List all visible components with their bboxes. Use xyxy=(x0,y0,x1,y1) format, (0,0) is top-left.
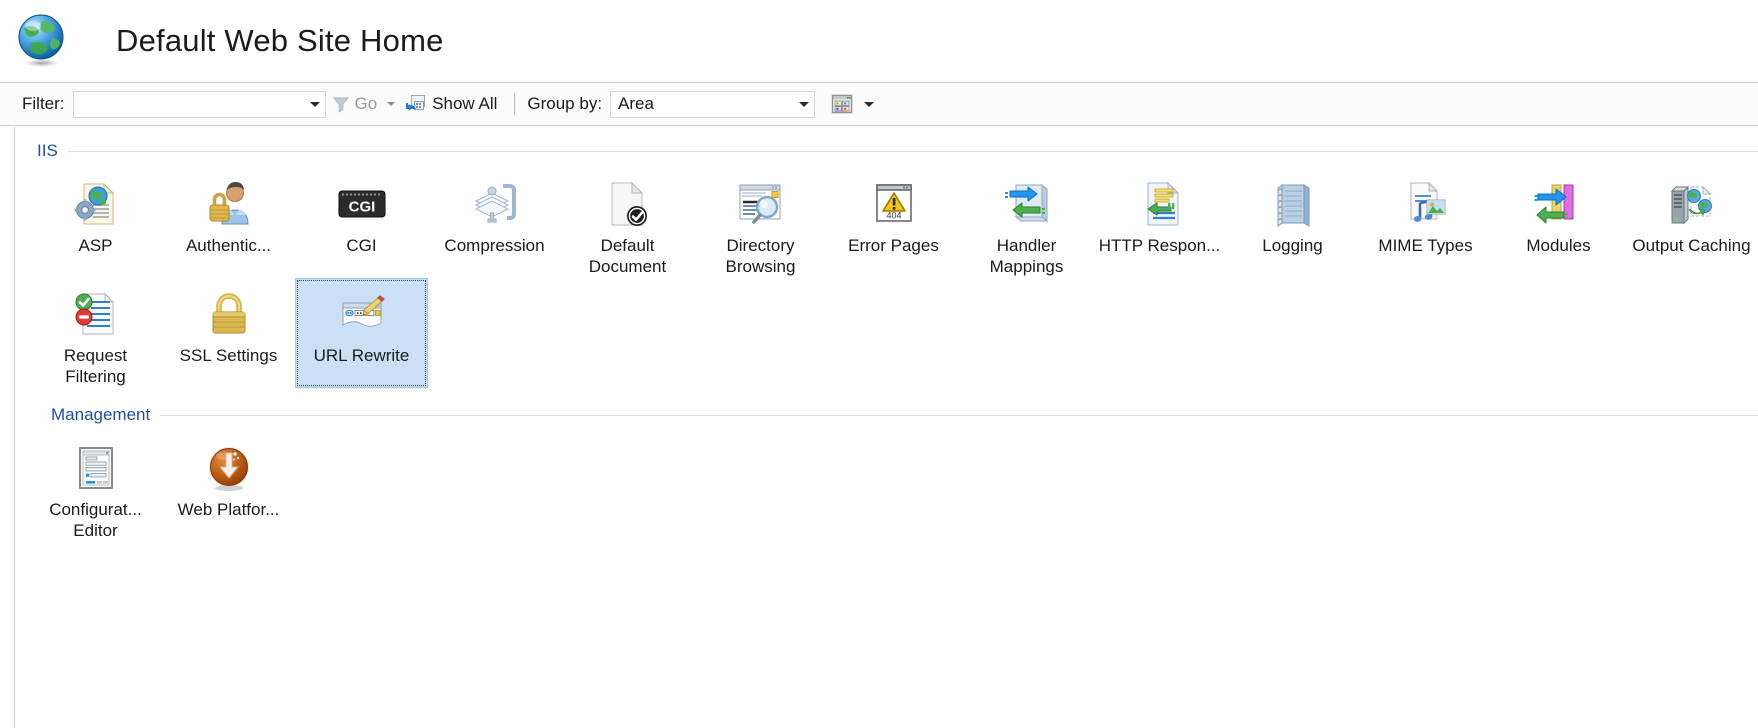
go-label: Go xyxy=(354,94,378,113)
tile-label: HTTP Respon... xyxy=(1098,236,1221,255)
tile-label: Compression xyxy=(444,236,545,255)
tile-label: Request Filtering xyxy=(63,346,128,386)
feature-tile-asp[interactable]: ASP xyxy=(29,168,162,278)
feature-tile-compression[interactable]: Compression xyxy=(428,168,561,278)
output-caching-icon xyxy=(1666,178,1718,230)
directory-browsing-icon xyxy=(735,178,787,230)
feature-tile-web-platform-installer[interactable]: Web Platfor... xyxy=(162,432,295,542)
chevron-down-icon xyxy=(309,101,320,107)
section-iis: IIS ASP Authentic... CGI CGI Compression… xyxy=(15,140,1758,388)
tile-label: SSL Settings xyxy=(179,346,278,365)
view-options-button[interactable] xyxy=(825,89,859,119)
go-button[interactable]: Go xyxy=(326,89,383,119)
svg-text:404: 404 xyxy=(886,211,901,221)
globe-icon xyxy=(14,12,72,70)
tile-grid-management: Configurat... Editor Web Platfor... xyxy=(15,426,1758,542)
tile-label: Default Document xyxy=(588,236,667,276)
group-by-combobox[interactable]: Area xyxy=(610,90,816,118)
group-by-value[interactable]: Area xyxy=(611,94,794,114)
url-rewrite-icon xyxy=(336,288,388,340)
feature-tile-request-filtering[interactable]: Request Filtering xyxy=(29,278,162,388)
filter-dropdown-arrow[interactable] xyxy=(305,101,325,107)
tile-label: ASP xyxy=(78,236,113,255)
http-response-headers-icon xyxy=(1134,178,1186,230)
show-all-icon xyxy=(405,94,427,114)
chevron-down-icon xyxy=(864,101,875,107)
tile-label: Directory Browsing xyxy=(725,236,796,276)
mime-types-icon xyxy=(1400,178,1452,230)
feature-tile-cgi[interactable]: CGI CGI xyxy=(295,168,428,278)
feature-tile-output-caching[interactable]: Output Caching xyxy=(1625,168,1758,278)
funnel-icon xyxy=(331,94,351,114)
feature-tile-mime-types[interactable]: MIME Types xyxy=(1359,168,1492,278)
feature-tile-modules[interactable]: Modules xyxy=(1492,168,1625,278)
tile-label: Logging xyxy=(1262,236,1323,255)
group-title: IIS xyxy=(37,141,58,160)
feature-tile-ssl-settings[interactable]: SSL Settings xyxy=(162,278,295,388)
tile-label: Handler Mappings xyxy=(989,236,1064,276)
modules-icon xyxy=(1533,178,1585,230)
default-document-icon xyxy=(602,178,654,230)
tile-label: URL Rewrite xyxy=(313,346,410,365)
features-view: IIS ASP Authentic... CGI CGI Compression… xyxy=(14,127,1758,728)
tile-label: Web Platfor... xyxy=(177,500,280,519)
tile-label: Configurat... Editor xyxy=(49,500,142,540)
filter-label: Filter: xyxy=(22,94,65,113)
tile-label: Authentic... xyxy=(185,236,272,255)
feature-tile-directory-browsing[interactable]: Directory Browsing xyxy=(694,168,827,278)
tile-grid-iis: ASP Authentic... CGI CGI Compression Def… xyxy=(15,162,1758,388)
feature-tile-http-response-headers[interactable]: HTTP Respon... xyxy=(1093,168,1226,278)
page-header: Default Web Site Home xyxy=(0,0,1758,82)
feature-tile-authentication[interactable]: Authentic... xyxy=(162,168,295,278)
view-options-icon xyxy=(830,93,854,115)
filter-combobox[interactable] xyxy=(72,90,326,118)
configuration-editor-icon xyxy=(70,442,122,494)
feature-tile-configuration-editor[interactable]: Configurat... Editor xyxy=(29,432,162,542)
group-title: Management xyxy=(51,405,151,424)
group-by-dropdown-arrow[interactable] xyxy=(794,101,814,107)
web-platform-installer-icon xyxy=(203,442,255,494)
group-by-label: Group by: xyxy=(527,94,603,113)
feature-tile-error-pages[interactable]: 404 Error Pages xyxy=(827,168,960,278)
logging-icon xyxy=(1267,178,1319,230)
svg-text:CGI: CGI xyxy=(348,199,375,216)
feature-tile-logging[interactable]: Logging xyxy=(1226,168,1359,278)
toolbar-separator xyxy=(514,93,516,115)
view-dropdown-button[interactable] xyxy=(859,89,879,119)
asp-icon xyxy=(70,178,122,230)
group-header-iis: IIS xyxy=(15,140,1758,162)
chevron-down-icon xyxy=(387,102,396,106)
error-pages-icon: 404 xyxy=(868,178,920,230)
group-header-management: Management xyxy=(15,404,1758,426)
tile-label: Output Caching xyxy=(1632,236,1751,255)
group-rule xyxy=(67,150,1758,152)
group-rule xyxy=(160,414,1758,416)
tile-label: Error Pages xyxy=(848,236,939,255)
show-all-label: Show All xyxy=(432,94,498,113)
go-dropdown-button[interactable] xyxy=(382,89,400,119)
show-all-button[interactable]: Show All xyxy=(400,89,502,119)
ssl-settings-icon xyxy=(203,288,255,340)
tile-label: MIME Types xyxy=(1378,236,1473,255)
tile-label: Modules xyxy=(1526,236,1591,255)
handler-mappings-icon xyxy=(1001,178,1053,230)
tile-label: CGI xyxy=(346,236,377,255)
page-title: Default Web Site Home xyxy=(116,23,444,58)
feature-tile-url-rewrite[interactable]: URL Rewrite xyxy=(295,278,428,388)
cgi-icon: CGI xyxy=(336,178,388,230)
feature-tile-default-document[interactable]: Default Document xyxy=(561,168,694,278)
section-management: Management Configurat... Editor Web Plat… xyxy=(15,404,1758,542)
chevron-down-icon xyxy=(799,101,810,107)
authentication-icon xyxy=(203,178,255,230)
request-filtering-icon xyxy=(70,288,122,340)
toolbar: Filter: Go Show All Group by: Area xyxy=(0,82,1758,126)
compression-icon xyxy=(469,178,521,230)
feature-tile-handler-mappings[interactable]: Handler Mappings xyxy=(960,168,1093,278)
